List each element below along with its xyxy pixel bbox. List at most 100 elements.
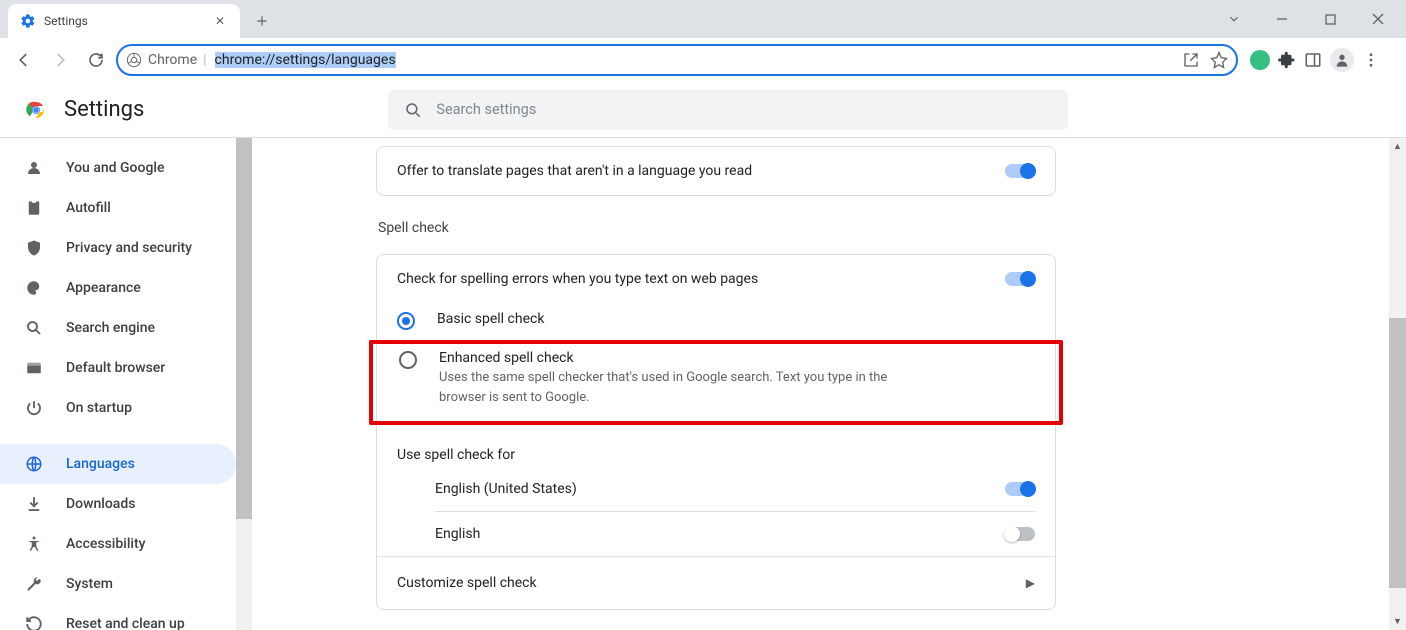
extension-area xyxy=(1250,48,1380,72)
radio-checked-icon[interactable] xyxy=(397,312,415,330)
sidebar-label: Accessibility xyxy=(66,536,145,552)
power-icon xyxy=(24,399,44,417)
sidebar-label: Search engine xyxy=(66,320,155,336)
main-area: You and Google Autofill Privacy and secu… xyxy=(0,138,1406,630)
forward-button[interactable] xyxy=(44,44,76,76)
sidebar-item-search-engine[interactable]: Search engine xyxy=(0,308,236,348)
lang-name: English xyxy=(435,526,480,542)
customize-spellcheck-row[interactable]: Customize spell check ▶ xyxy=(377,556,1055,609)
sidebar-item-privacy[interactable]: Privacy and security xyxy=(0,228,236,268)
wrench-icon xyxy=(24,575,44,593)
accessibility-icon xyxy=(24,535,44,553)
sidebar-item-default-browser[interactable]: Default browser xyxy=(0,348,236,388)
sidebar-item-downloads[interactable]: Downloads xyxy=(0,484,236,524)
sidebar-item-reset[interactable]: Reset and clean up xyxy=(0,604,236,630)
sidebar-label: System xyxy=(66,576,113,592)
globe-icon xyxy=(24,455,44,473)
shield-icon xyxy=(24,239,44,257)
scroll-down-icon[interactable]: ▼ xyxy=(1389,613,1406,630)
highlighted-enhanced-option: Enhanced spell check Uses the same spell… xyxy=(369,340,1063,425)
close-window-button[interactable] xyxy=(1356,6,1400,32)
browser-icon xyxy=(24,359,44,377)
tab-title: Settings xyxy=(44,14,88,28)
scrollbar-thumb[interactable] xyxy=(1389,318,1406,588)
side-panel-icon[interactable] xyxy=(1304,51,1322,69)
clipboard-icon xyxy=(24,199,44,217)
share-icon[interactable] xyxy=(1182,51,1200,69)
download-icon xyxy=(24,495,44,513)
enhanced-spellcheck-label: Enhanced spell check xyxy=(439,350,919,366)
content-scrollbar[interactable]: ▲ ▼ xyxy=(1389,138,1406,630)
spellcheck-toggle-label: Check for spelling errors when you type … xyxy=(397,271,758,287)
sidebar-item-system[interactable]: System xyxy=(0,564,236,604)
translate-toggle[interactable] xyxy=(1005,164,1035,178)
sidebar-label: Reset and clean up xyxy=(66,616,185,630)
chip-label: Chrome xyxy=(148,52,197,68)
url-text: chrome://settings/languages xyxy=(215,52,396,68)
sidebar-scrollbar[interactable] xyxy=(236,138,252,630)
chrome-icon xyxy=(126,52,142,68)
browser-tabstrip: Settings ✕ xyxy=(0,0,1406,38)
chrome-logo-icon xyxy=(24,98,48,122)
palette-icon xyxy=(24,279,44,297)
basic-spellcheck-label: Basic spell check xyxy=(437,311,544,327)
reload-button[interactable] xyxy=(80,44,112,76)
extensions-icon[interactable] xyxy=(1278,51,1296,69)
kebab-menu-icon[interactable] xyxy=(1362,51,1380,69)
sidebar-item-on-startup[interactable]: On startup xyxy=(0,388,236,428)
sidebar-item-languages[interactable]: Languages xyxy=(0,444,236,484)
enhanced-spellcheck-desc: Uses the same spell checker that's used … xyxy=(439,368,919,407)
browser-toolbar: Chrome | chrome://settings/languages xyxy=(0,38,1406,82)
restore-icon xyxy=(24,615,44,630)
site-chip: Chrome | xyxy=(126,52,207,68)
close-tab-icon[interactable]: ✕ xyxy=(212,14,228,28)
address-bar[interactable]: Chrome | chrome://settings/languages xyxy=(116,44,1238,76)
lang-name: English (United States) xyxy=(435,481,577,497)
translate-card: Offer to translate pages that aren't in … xyxy=(376,146,1056,196)
back-button[interactable] xyxy=(8,44,40,76)
minimize-button[interactable] xyxy=(1260,6,1304,32)
sidebar-item-appearance[interactable]: Appearance xyxy=(0,268,236,308)
lang-toggle[interactable] xyxy=(1005,527,1035,541)
spellcheck-lang-row: English xyxy=(377,512,1055,556)
profile-avatar[interactable] xyxy=(1330,48,1354,72)
sidebar-label: Default browser xyxy=(66,360,165,376)
maximize-button[interactable] xyxy=(1308,6,1352,32)
scroll-up-icon[interactable]: ▲ xyxy=(1389,138,1406,155)
sidebar-item-autofill[interactable]: Autofill xyxy=(0,188,236,228)
scrollbar-thumb[interactable] xyxy=(236,138,252,519)
search-placeholder: Search settings xyxy=(436,101,536,118)
sidebar: You and Google Autofill Privacy and secu… xyxy=(0,138,252,630)
search-icon xyxy=(24,319,44,337)
spellcheck-card: Check for spelling errors when you type … xyxy=(376,254,1056,610)
customize-label: Customize spell check xyxy=(397,575,537,591)
tab-search-button[interactable] xyxy=(1212,6,1256,32)
basic-spellcheck-option[interactable]: Basic spell check xyxy=(377,303,1055,340)
spellcheck-lang-row: English (United States) xyxy=(377,467,1055,511)
enhanced-spellcheck-option[interactable]: Enhanced spell check Uses the same spell… xyxy=(399,350,1033,407)
sidebar-item-you-and-google[interactable]: You and Google xyxy=(0,148,236,188)
person-icon xyxy=(24,159,44,177)
gear-icon xyxy=(20,13,36,29)
sidebar-label: On startup xyxy=(66,400,132,416)
content-area: Offer to translate pages that aren't in … xyxy=(252,138,1406,630)
search-icon xyxy=(404,101,422,119)
chevron-right-icon: ▶ xyxy=(1026,576,1035,590)
sidebar-label: Autofill xyxy=(66,200,111,216)
spellcheck-toggle[interactable] xyxy=(1005,272,1035,286)
sidebar-label: You and Google xyxy=(66,160,164,176)
radio-unchecked-icon[interactable] xyxy=(399,351,417,369)
settings-header: Settings Search settings xyxy=(0,82,1406,138)
spellcheck-section-title: Spell check xyxy=(378,220,1056,236)
sidebar-label: Downloads xyxy=(66,496,135,512)
lang-toggle[interactable] xyxy=(1005,482,1035,496)
sidebar-item-accessibility[interactable]: Accessibility xyxy=(0,524,236,564)
new-tab-button[interactable] xyxy=(248,7,276,35)
window-controls xyxy=(1212,6,1400,32)
search-settings-input[interactable]: Search settings xyxy=(388,90,1068,130)
sidebar-label: Appearance xyxy=(66,280,141,296)
extension-badge-icon[interactable] xyxy=(1250,50,1270,70)
use-spellcheck-for-label: Use spell check for xyxy=(377,437,1055,467)
bookmark-icon[interactable] xyxy=(1210,51,1228,69)
browser-tab[interactable]: Settings ✕ xyxy=(8,4,240,38)
